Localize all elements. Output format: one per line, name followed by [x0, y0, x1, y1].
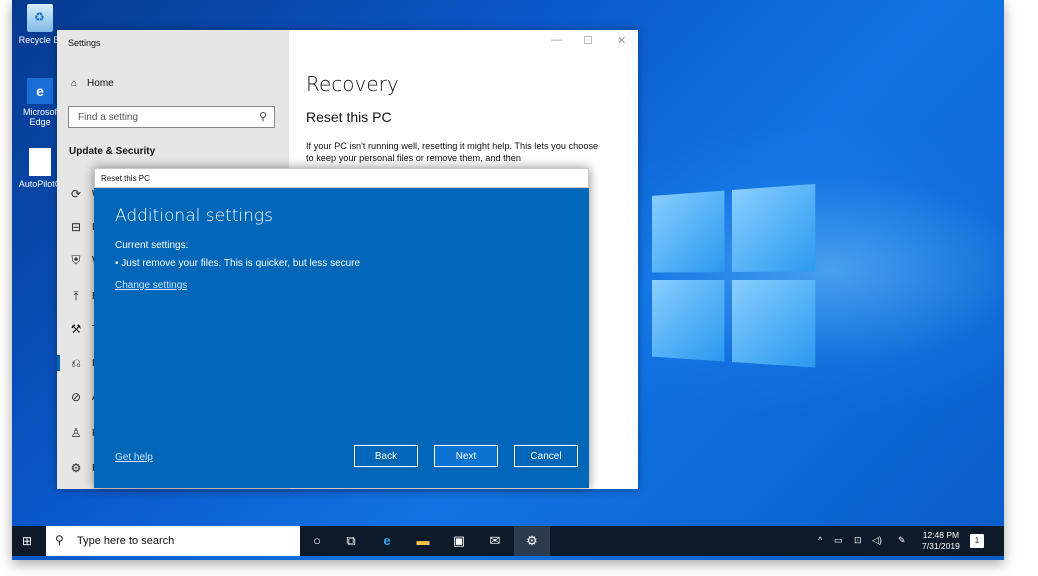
- desktop-icon-label: AutoPilotC: [18, 179, 62, 189]
- start-icon[interactable]: ⊞: [22, 534, 36, 548]
- current-setting-item: • Just remove your files. This is quicke…: [115, 258, 361, 269]
- taskbar-search-box[interactable]: ⚲ Type here to search: [46, 526, 300, 556]
- cortana-icon[interactable]: ○: [308, 532, 326, 550]
- back-button[interactable]: Back: [354, 445, 418, 467]
- edge-icon[interactable]: e: [378, 532, 396, 550]
- volume-icon[interactable]: ◁): [872, 535, 882, 546]
- sync-icon[interactable]: ⟳: [68, 186, 84, 202]
- developer-icon[interactable]: ⚙: [68, 460, 84, 476]
- cancel-button[interactable]: Cancel: [514, 445, 578, 467]
- file-icon: [29, 148, 51, 176]
- mail-icon[interactable]: ✉: [486, 532, 504, 550]
- store-icon[interactable]: ▣: [450, 532, 468, 550]
- change-settings-link[interactable]: Change settings: [115, 280, 187, 291]
- settings-search-input[interactable]: Find a setting ⚲: [68, 106, 275, 128]
- find-device-icon[interactable]: ♙: [68, 425, 84, 441]
- windows-logo-wallpaper: [651, 183, 824, 376]
- settings-taskbar-icon[interactable]: ⚙: [514, 526, 550, 556]
- file-explorer-icon[interactable]: ▬: [414, 532, 432, 550]
- wrench-icon[interactable]: ⚒: [68, 321, 84, 337]
- network-icon[interactable]: ⊡: [854, 535, 862, 546]
- delivery-icon[interactable]: ⊟: [68, 219, 84, 235]
- search-icon: ⚲: [55, 533, 64, 547]
- get-help-link[interactable]: Get help: [115, 452, 153, 463]
- clock-date: 7/31/2019: [922, 541, 960, 551]
- reset-dialog: Reset this PC Additional settings Curren…: [94, 168, 589, 488]
- recovery-description: If your PC isn't running well, resetting…: [306, 141, 599, 163]
- section-heading: Update & Security: [69, 146, 156, 157]
- dialog-titlebar: Reset this PC: [94, 168, 589, 188]
- backup-icon[interactable]: ⤒: [68, 288, 84, 304]
- current-settings-label: Current settings:: [115, 240, 189, 251]
- nav-active-indicator: [57, 355, 60, 371]
- page-subheading: Reset this PC: [306, 109, 392, 125]
- shield-icon[interactable]: ⛨: [68, 252, 84, 268]
- activation-icon[interactable]: ⊘: [68, 389, 84, 405]
- home-label: Home: [87, 78, 114, 89]
- dialog-title: Reset this PC: [101, 174, 150, 183]
- taskbar-search-placeholder: Type here to search: [77, 535, 175, 547]
- desktop: ♻ Recycle Bi e Microsof Edge AutoPilotC …: [12, 0, 1004, 560]
- home-nav[interactable]: ⌂ Home: [71, 78, 114, 89]
- battery-icon[interactable]: ▭: [834, 535, 843, 546]
- edge-shortcut-icon: e: [27, 78, 53, 104]
- recovery-icon[interactable]: ⎌: [68, 355, 84, 371]
- recycle-bin-icon: ♻: [27, 4, 53, 32]
- minimize-icon[interactable]: —: [551, 34, 562, 46]
- clock-time: 12:48 PM: [922, 530, 960, 540]
- search-icon: ⚲: [258, 111, 267, 123]
- maximize-icon[interactable]: ☐: [583, 34, 593, 47]
- desktop-icon-label: Microsof Edge: [22, 107, 57, 127]
- home-icon: ⌂: [71, 78, 78, 89]
- desktop-icon-label: Recycle Bi: [18, 35, 62, 45]
- next-button[interactable]: Next: [434, 445, 498, 467]
- window-title: Settings: [68, 38, 101, 48]
- page-title: Recovery: [306, 72, 399, 96]
- close-icon[interactable]: ✕: [617, 34, 626, 47]
- search-placeholder: Find a setting: [78, 112, 139, 123]
- pen-icon[interactable]: ✎: [898, 535, 906, 546]
- system-clock[interactable]: 12:48 PM 7/31/2019: [922, 530, 960, 552]
- taskbar: ⊞ ⚲ Type here to search ○ ⧉ e ▬ ▣ ✉ ⚙ ^ …: [12, 526, 1004, 556]
- dialog-heading: Additional settings: [115, 206, 273, 226]
- chevron-up-icon[interactable]: ^: [818, 535, 822, 545]
- notification-icon[interactable]: 1: [970, 534, 984, 548]
- task-view-icon[interactable]: ⧉: [342, 532, 360, 550]
